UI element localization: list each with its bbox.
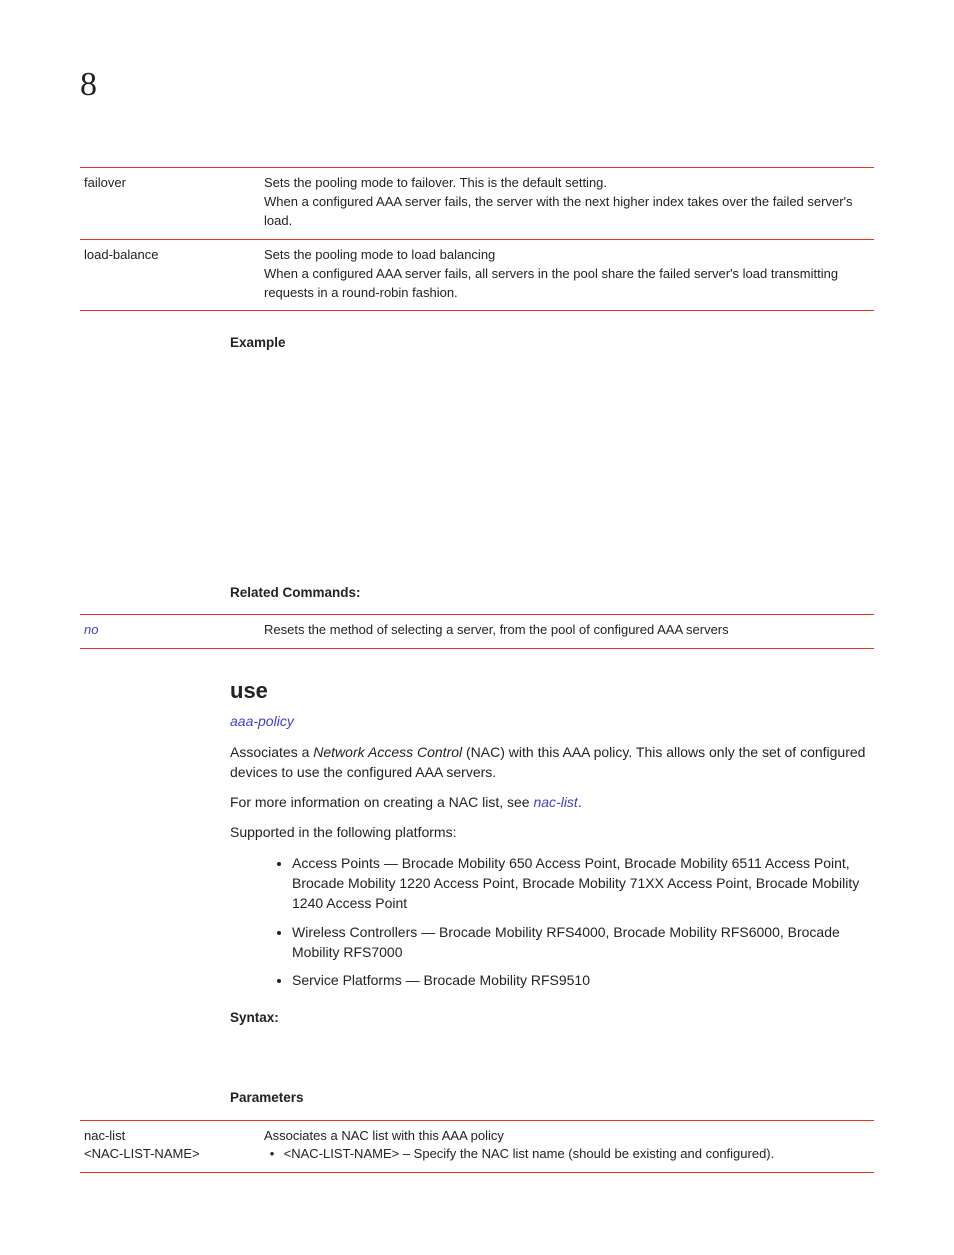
param-desc: Sets the pooling mode to failover. This … — [260, 168, 874, 240]
list-item: Wireless Controllers — Brocade Mobility … — [292, 922, 874, 963]
pooling-mode-table: failover Sets the pooling mode to failov… — [80, 167, 874, 311]
param-desc: Associates a NAC list with this AAA poli… — [260, 1120, 874, 1173]
supported-platforms-intro: Supported in the following platforms: — [230, 822, 874, 842]
desc-line: When a configured AAA server fails, the … — [264, 193, 870, 231]
desc-line: Sets the pooling mode to load balancing — [264, 246, 870, 265]
text: For more information on creating a NAC l… — [230, 794, 533, 810]
use-description: Associates a Network Access Control (NAC… — [230, 742, 874, 783]
bullet-text: <NAC-LIST-NAME> – Specify the NAC list n… — [284, 1146, 775, 1161]
param-name: nac-list <NAC-LIST-NAME> — [80, 1120, 260, 1173]
table-row: nac-list <NAC-LIST-NAME> Associates a NA… — [80, 1120, 874, 1173]
param-desc: Sets the pooling mode to load balancing … — [260, 239, 874, 311]
desc-line: Sets the pooling mode to failover. This … — [264, 174, 870, 193]
text: . — [578, 794, 582, 810]
list-item: Service Platforms — Brocade Mobility RFS… — [292, 970, 874, 990]
related-commands-table: no Resets the method of selecting a serv… — [80, 614, 874, 649]
desc-line: Associates a NAC list with this AAA poli… — [264, 1127, 870, 1146]
param-name: failover — [80, 168, 260, 240]
list-item: Access Points — Brocade Mobility 650 Acc… — [292, 853, 874, 914]
table-row: load-balance Sets the pooling mode to lo… — [80, 239, 874, 311]
param-key: <NAC-LIST-NAME> — [84, 1145, 256, 1164]
related-desc: Resets the method of selecting a server,… — [260, 615, 874, 649]
bullet-icon: • — [264, 1145, 280, 1164]
example-heading: Example — [230, 333, 874, 353]
use-command-heading: use — [230, 675, 874, 707]
desc-line: When a configured AAA server fails, all … — [264, 265, 870, 303]
param-name: load-balance — [80, 239, 260, 311]
desc-bullet: • <NAC-LIST-NAME> – Specify the NAC list… — [264, 1145, 870, 1164]
parameters-heading: Parameters — [230, 1088, 874, 1108]
text: Associates a — [230, 744, 313, 760]
no-link[interactable]: no — [84, 622, 98, 637]
chapter-number: 8 — [80, 60, 874, 109]
nac-emphasis: Network Access Control — [313, 744, 462, 760]
platforms-list: Access Points — Brocade Mobility 650 Acc… — [230, 853, 874, 991]
nac-list-link[interactable]: nac-list — [533, 794, 577, 810]
related-key[interactable]: no — [80, 615, 260, 649]
param-key: nac-list — [84, 1127, 256, 1146]
use-parameters-table: nac-list <NAC-LIST-NAME> Associates a NA… — [80, 1120, 874, 1174]
more-info: For more information on creating a NAC l… — [230, 792, 874, 812]
related-commands-heading: Related Commands: — [230, 583, 874, 603]
aaa-policy-link[interactable]: aaa-policy — [230, 713, 294, 729]
syntax-heading: Syntax: — [230, 1008, 874, 1028]
table-row: failover Sets the pooling mode to failov… — [80, 168, 874, 240]
table-row: no Resets the method of selecting a serv… — [80, 615, 874, 649]
